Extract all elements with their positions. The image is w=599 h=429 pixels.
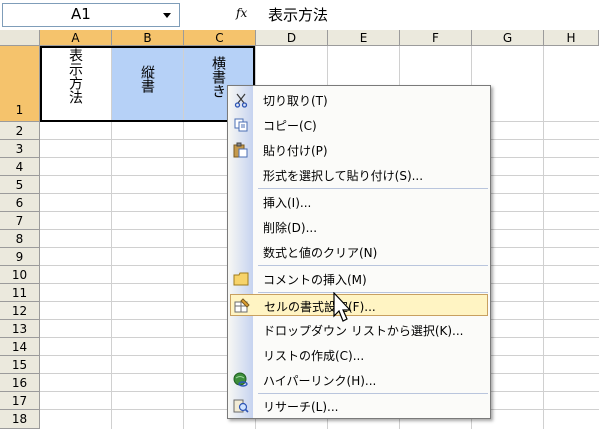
column-header-g[interactable]: G	[472, 30, 544, 46]
menu-item-research[interactable]: リサーチ(L)...	[230, 395, 488, 417]
copy-icon	[234, 118, 248, 132]
row-header-14[interactable]: 14	[0, 338, 40, 356]
row-header-8[interactable]: 8	[0, 230, 40, 248]
scissors-icon	[234, 93, 248, 108]
column-header-b[interactable]: B	[112, 30, 184, 46]
chevron-down-icon[interactable]	[163, 13, 171, 18]
row-header-13[interactable]: 13	[0, 320, 40, 338]
menu-item-clear-contents[interactable]: 数式と値のクリア(N)	[230, 241, 488, 263]
row-header-1[interactable]: 1	[0, 46, 40, 122]
menu-label-format-cells: セルの書式設定(F)...	[264, 300, 376, 314]
formula-input[interactable]: 表示方法	[268, 4, 328, 25]
menu-label-research: リサーチ(L)...	[263, 400, 339, 414]
name-box[interactable]: A1	[2, 3, 180, 27]
row-header-3[interactable]: 3	[0, 140, 40, 158]
row-header-4[interactable]: 4	[0, 158, 40, 176]
formula-bar: A1 fx 表示方法	[0, 0, 599, 31]
menu-label-pick-from-list: ドロップダウン リストから選択(K)...	[263, 324, 464, 338]
menu-separator	[258, 393, 488, 394]
menu-item-cut[interactable]: 切り取り(T)	[230, 89, 488, 111]
menu-label-paste: 貼り付け(P)	[263, 144, 328, 158]
row-header-16[interactable]: 16	[0, 374, 40, 392]
menu-item-hyperlink[interactable]: ハイパーリンク(H)...	[230, 369, 488, 391]
menu-separator	[258, 292, 488, 293]
column-header-c[interactable]: C	[184, 30, 256, 46]
menu-label-create-list: リストの作成(C)...	[263, 349, 365, 363]
menu-label-clear-contents: 数式と値のクリア(N)	[263, 246, 378, 260]
menu-item-format-cells[interactable]: セルの書式設定(F)...	[230, 294, 488, 316]
menu-separator	[258, 265, 488, 266]
mouse-cursor-icon	[333, 292, 352, 322]
name-box-value: A1	[71, 5, 91, 23]
research-icon	[233, 399, 249, 413]
menu-item-copy[interactable]: コピー(C)	[230, 114, 488, 136]
row-header-12[interactable]: 12	[0, 302, 40, 320]
comment-icon	[233, 272, 249, 286]
row-header-17[interactable]: 17	[0, 392, 40, 410]
row-header-10[interactable]: 10	[0, 266, 40, 284]
menu-label-insert-comment: コメントの挿入(M)	[263, 273, 367, 287]
column-header-e[interactable]: E	[328, 30, 400, 46]
context-menu: 切り取り(T) コピー(C) 貼り付け(P) 形式を選択して貼り付け(S)...…	[227, 85, 491, 419]
select-all-corner[interactable]	[0, 30, 40, 46]
menu-label-hyperlink: ハイパーリンク(H)...	[263, 374, 377, 388]
menu-item-create-list[interactable]: リストの作成(C)...	[230, 344, 488, 366]
column-header-d[interactable]: D	[256, 30, 328, 46]
column-header-a[interactable]: A	[40, 30, 112, 46]
row-header-9[interactable]: 9	[0, 248, 40, 266]
menu-separator	[258, 188, 488, 189]
menu-label-insert: 挿入(I)...	[263, 196, 312, 210]
row-header-18[interactable]: 18	[0, 410, 40, 429]
menu-item-insert-comment[interactable]: コメントの挿入(M)	[230, 268, 488, 290]
row-header-5[interactable]: 5	[0, 176, 40, 194]
menu-item-paste[interactable]: 貼り付け(P)	[230, 139, 488, 161]
format-cells-icon	[234, 298, 250, 313]
selection-border	[40, 46, 255, 122]
row-header-11[interactable]: 11	[0, 284, 40, 302]
menu-label-copy: コピー(C)	[263, 119, 317, 133]
menu-item-insert[interactable]: 挿入(I)...	[230, 191, 488, 213]
menu-label-delete: 削除(D)...	[263, 221, 318, 235]
row-header-15[interactable]: 15	[0, 356, 40, 374]
paste-icon	[233, 142, 248, 158]
row-header-7[interactable]: 7	[0, 212, 40, 230]
menu-item-delete[interactable]: 削除(D)...	[230, 216, 488, 238]
column-header-h[interactable]: H	[544, 30, 599, 46]
column-header-f[interactable]: F	[400, 30, 472, 46]
row-header-6[interactable]: 6	[0, 194, 40, 212]
function-icon[interactable]: fx	[236, 6, 247, 20]
menu-label-cut: 切り取り(T)	[263, 94, 328, 108]
row-header-2[interactable]: 2	[0, 122, 40, 140]
hyperlink-icon	[233, 372, 248, 387]
menu-label-paste-special: 形式を選択して貼り付け(S)...	[263, 169, 424, 183]
menu-item-paste-special[interactable]: 形式を選択して貼り付け(S)...	[230, 164, 488, 186]
menu-item-pick-from-list[interactable]: ドロップダウン リストから選択(K)...	[230, 319, 488, 341]
